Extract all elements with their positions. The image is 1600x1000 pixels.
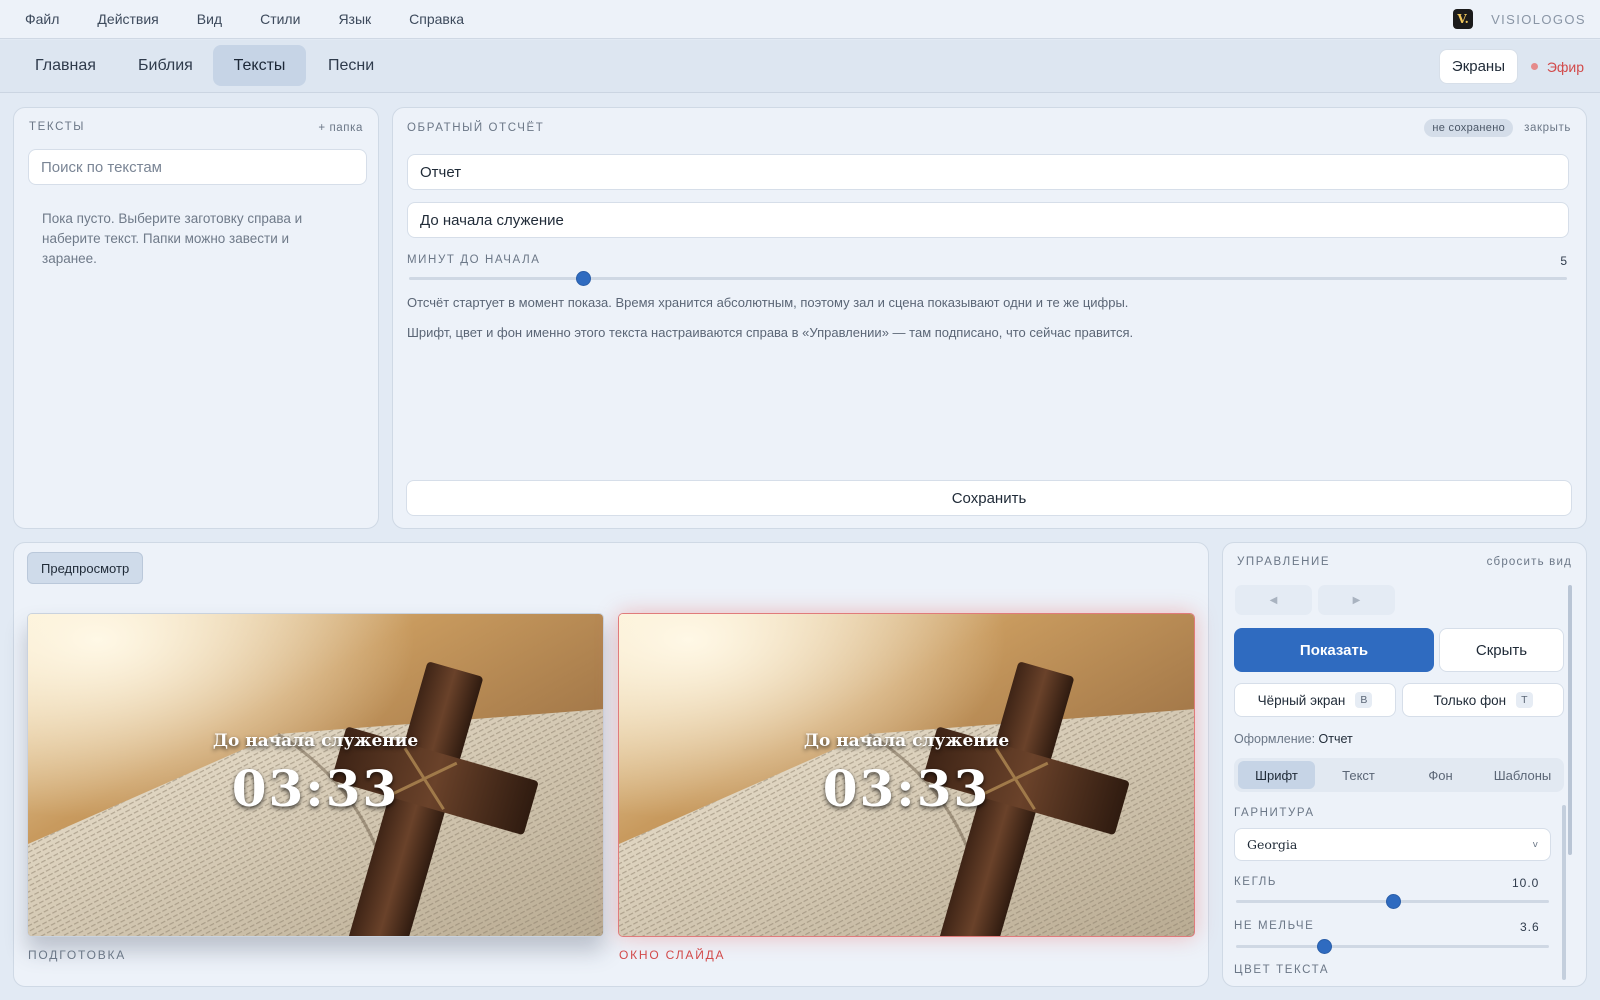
seg-tab-text[interactable]: Текст — [1320, 761, 1397, 789]
help-text-timing: Отсчёт стартует в момент показа. Время х… — [407, 295, 1129, 310]
minutes-label: МИНУТ ДО НАЧАЛА — [407, 254, 541, 266]
next-slide-button[interactable]: ▶ — [1318, 585, 1395, 615]
live-slide-screen[interactable]: До начала служение 03:33 — [618, 613, 1195, 937]
live-screen-label: ОКНО СЛАЙДА — [619, 948, 726, 962]
min-size-slider-thumb[interactable] — [1316, 939, 1332, 954]
live-dot-icon — [1530, 63, 1538, 70]
font-family-label: ГАРНИТУРА — [1234, 807, 1315, 819]
style-name: Отчет — [1318, 732, 1353, 746]
help-text-styling: Шрифт, цвет и фон именно этого текста на… — [407, 325, 1134, 340]
min-size-value: 3.6 — [1520, 920, 1540, 934]
menu-help[interactable]: Справка — [409, 11, 464, 27]
tab-texts[interactable]: Тексты — [213, 45, 306, 86]
font-family-select[interactable]: Georgia v — [1234, 828, 1551, 861]
menu-file[interactable]: Файл — [25, 11, 59, 27]
black-screen-shortcut: B — [1355, 692, 1373, 708]
black-screen-button[interactable]: Чёрный экран B — [1234, 683, 1396, 717]
texts-panel-title: ТЕКСТЫ — [29, 121, 85, 133]
preview-tab[interactable]: Предпросмотр — [27, 552, 144, 584]
prep-screen-label: ПОДГОТОВКА — [28, 948, 127, 962]
preview-panel: Предпросмотр До начала служение 03:33 ПО… — [13, 542, 1209, 987]
chevron-down-icon: v — [1532, 840, 1538, 850]
texts-panel: ТЕКСТЫ + папка Пока пусто. Выберите заго… — [13, 107, 379, 529]
menu-view[interactable]: Вид — [197, 11, 222, 27]
prep-countdown-time: 03:33 — [231, 759, 400, 818]
tab-home[interactable]: Главная — [15, 45, 116, 86]
brand-logo-icon: V. — [1453, 9, 1474, 29]
countdown-editor-panel: ОБРАТНЫЙ ОТСЧЁТ не сохранено закрыть МИН… — [392, 107, 1587, 529]
live-label: Эфир — [1546, 58, 1584, 75]
brand-name: VISIOLOGOS — [1491, 11, 1586, 27]
main-tab-bar: Главная Библия Тексты Песни Экраны Эфир — [0, 40, 1600, 93]
texts-search-input[interactable] — [28, 149, 367, 185]
save-button[interactable]: Сохранить — [406, 480, 1572, 516]
hide-button[interactable]: Скрыть — [1439, 628, 1564, 672]
minutes-value: 5 — [1560, 254, 1568, 268]
prev-arrow-icon: ◀ — [1269, 594, 1278, 606]
black-screen-label: Чёрный экран — [1257, 692, 1346, 708]
font-size-label: КЕГЛЬ — [1234, 876, 1278, 888]
font-family-value: Georgia — [1247, 837, 1298, 852]
min-size-slider-track[interactable] — [1236, 945, 1549, 948]
background-only-button[interactable]: Только фон T — [1402, 683, 1564, 717]
reset-view-link[interactable]: сбросить вид — [1487, 556, 1572, 568]
control-title: УПРАВЛЕНИЕ — [1237, 556, 1331, 568]
menu-language[interactable]: Язык — [338, 11, 371, 27]
style-prefix: Оформление: — [1234, 732, 1316, 746]
screens-button[interactable]: Экраны — [1438, 49, 1518, 84]
background-only-shortcut: T — [1516, 692, 1533, 708]
unsaved-status-badge: не сохранено — [1424, 119, 1513, 137]
minutes-slider-thumb[interactable] — [575, 271, 591, 286]
font-size-value: 10.0 — [1512, 876, 1540, 890]
menu-actions[interactable]: Действия — [97, 11, 158, 27]
live-caption-title: До начала служение — [803, 731, 1010, 751]
menu-bar: Файл Действия Вид Стили Язык Справка V. … — [0, 0, 1600, 39]
add-folder-link[interactable]: + папка — [318, 122, 363, 134]
control-inner-scrollbar[interactable] — [1562, 805, 1566, 980]
min-size-label: НЕ МЕЛЬЧЕ — [1234, 920, 1315, 932]
text-color-label: ЦВЕТ ТЕКСТА — [1234, 964, 1330, 976]
brand: V. VISIOLOGOS — [1453, 9, 1586, 29]
editor-title: ОБРАТНЫЙ ОТСЧЁТ — [407, 122, 545, 134]
control-panel: УПРАВЛЕНИЕ сбросить вид ◀ ▶ Показать Скр… — [1222, 542, 1587, 987]
live-status[interactable]: Эфир — [1530, 49, 1584, 84]
tab-bible[interactable]: Библия — [118, 45, 213, 86]
caption-input[interactable] — [407, 202, 1569, 238]
current-style-line: Оформление: Отчет — [1234, 732, 1353, 746]
tab-songs[interactable]: Песни — [308, 45, 394, 86]
control-scrollbar[interactable] — [1568, 585, 1572, 855]
seg-tab-background[interactable]: Фон — [1402, 761, 1479, 789]
live-countdown-time: 03:33 — [822, 759, 991, 818]
style-segmented-control: Шрифт Текст Фон Шаблоны — [1234, 758, 1564, 792]
next-arrow-icon: ▶ — [1352, 594, 1361, 606]
prev-slide-button[interactable]: ◀ — [1235, 585, 1312, 615]
text-name-input[interactable] — [407, 154, 1569, 190]
seg-tab-font[interactable]: Шрифт — [1238, 761, 1315, 789]
show-button[interactable]: Показать — [1234, 628, 1434, 672]
font-size-slider-thumb[interactable] — [1385, 894, 1401, 909]
prep-caption-title: До начала служение — [212, 731, 419, 751]
close-editor-link[interactable]: закрыть — [1524, 122, 1571, 134]
background-only-label: Только фон — [1433, 692, 1507, 708]
prep-screen[interactable]: До начала служение 03:33 — [27, 613, 604, 937]
seg-tab-templates[interactable]: Шаблоны — [1484, 761, 1561, 789]
empty-state-note: Пока пусто. Выберите заготовку справа и … — [42, 211, 303, 266]
menu-styles[interactable]: Стили — [260, 11, 300, 27]
